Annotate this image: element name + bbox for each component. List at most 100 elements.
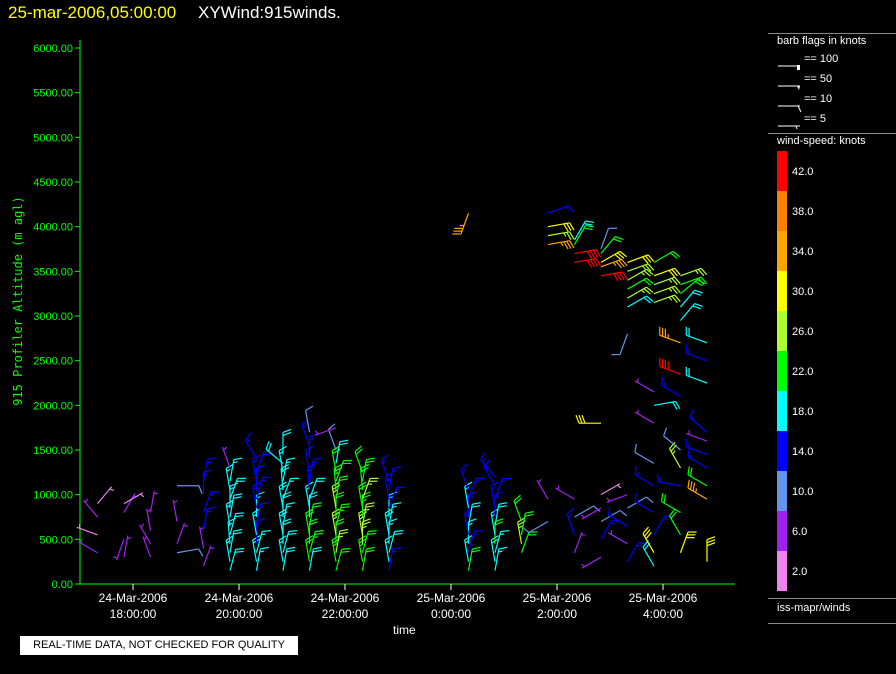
barb-full xyxy=(340,550,350,553)
barb-half xyxy=(580,514,585,519)
wind-profile xyxy=(575,227,628,569)
barb-staff xyxy=(686,374,708,384)
y-tick-label: 3000.00 xyxy=(33,311,73,323)
colorbar-label: 34.0 xyxy=(792,246,813,258)
barb-staff xyxy=(176,522,186,545)
barb-full xyxy=(706,542,716,547)
barb-full xyxy=(393,532,403,535)
wind-profile xyxy=(606,254,655,562)
wind-profile xyxy=(76,486,114,554)
barb-staff xyxy=(547,240,570,246)
x-tick-date-label: 24-Mar-2006 xyxy=(311,591,380,605)
barb-full xyxy=(689,409,694,419)
barb-staff xyxy=(335,441,341,464)
barb-full xyxy=(706,539,716,544)
barb-staff xyxy=(653,285,675,295)
barb-staff xyxy=(115,539,125,561)
barb-staff xyxy=(354,451,364,473)
barb-half xyxy=(332,489,338,493)
barb-staff xyxy=(634,380,655,393)
barb-full xyxy=(706,536,716,541)
barb-half xyxy=(695,269,699,274)
barb-full xyxy=(392,546,402,550)
barb-full xyxy=(694,303,703,308)
barb-full xyxy=(392,502,402,505)
barb-full xyxy=(689,467,693,477)
barb-half xyxy=(233,461,238,464)
barb-staff xyxy=(663,435,681,451)
wind-profile xyxy=(452,213,485,571)
colorbar-label: 30.0 xyxy=(792,286,813,298)
barb-staff xyxy=(255,477,263,500)
barb-key-100-icon xyxy=(778,65,800,70)
barb-half xyxy=(259,550,265,553)
barb-full xyxy=(498,546,508,550)
barb-staff xyxy=(229,549,237,571)
x-tick-date-label: 25-Mar-2006 xyxy=(523,591,592,605)
barb-full xyxy=(388,491,398,496)
barb-staff xyxy=(659,334,681,344)
barb-staff xyxy=(229,459,235,482)
barb-staff xyxy=(600,236,616,254)
barb-full xyxy=(341,503,351,506)
barb-full xyxy=(687,448,690,457)
barb-staff xyxy=(581,556,602,569)
barb-full xyxy=(234,515,244,518)
barb-half xyxy=(140,523,145,528)
wind-speed-colorbar: 42.0 38.0 34.0 30.0 26.0 22.0 18.0 14.0 10.0 6.0 2… xyxy=(777,151,813,591)
barb-staff xyxy=(142,536,152,558)
barb-half xyxy=(246,438,251,443)
wind-profile xyxy=(265,428,300,571)
barb-staff xyxy=(176,548,199,554)
barb-full xyxy=(583,227,593,231)
barb-full xyxy=(234,550,244,553)
barb-full xyxy=(471,505,481,508)
barb-half xyxy=(359,543,364,547)
barb-half xyxy=(286,505,291,508)
barb-full xyxy=(392,466,402,470)
barb-full xyxy=(578,414,583,424)
barb-staff xyxy=(255,531,263,553)
barb-full xyxy=(286,457,296,461)
colorbar-label: 2.0 xyxy=(792,566,807,578)
barb-staff xyxy=(78,541,98,554)
barb-half xyxy=(560,241,564,247)
barb-staff xyxy=(634,411,655,424)
barb-full xyxy=(614,236,624,241)
barb-staff xyxy=(680,267,702,277)
barb-half xyxy=(365,464,370,467)
barb-full xyxy=(472,502,481,505)
barb-staff xyxy=(146,508,152,531)
barb-half xyxy=(153,492,159,495)
barb-half xyxy=(538,478,542,484)
y-tick-label: 0.00 xyxy=(52,579,73,591)
barb-staff xyxy=(315,427,337,436)
barb-key-50-icon xyxy=(778,85,800,90)
y-tick-label: 4500.00 xyxy=(33,177,73,189)
barb-full xyxy=(660,376,664,386)
barb-full xyxy=(634,466,637,475)
barb-full xyxy=(314,532,323,535)
barb-full xyxy=(498,502,508,505)
barb-staff xyxy=(653,400,676,406)
barb-full xyxy=(460,463,468,470)
colorbar-label: 18.0 xyxy=(792,406,813,418)
barb-full xyxy=(646,496,654,503)
barb-staff xyxy=(149,490,155,513)
barb-staff xyxy=(634,501,655,514)
barb-half xyxy=(610,512,613,517)
barb-staff xyxy=(308,531,316,553)
barb-staff xyxy=(97,486,113,504)
x-tick-date-label: 24-Mar-2006 xyxy=(99,591,168,605)
barb-staff xyxy=(388,468,394,491)
x-tick-time-label: 4:00:00 xyxy=(643,607,683,621)
barb-half xyxy=(392,470,397,473)
barb-staff xyxy=(82,499,98,518)
barb-half xyxy=(359,516,364,520)
barb-staff xyxy=(608,532,628,545)
barb-half xyxy=(332,516,338,520)
x-tick-time-label: 0:00:00 xyxy=(431,607,471,621)
barb-half xyxy=(565,206,570,211)
barb-full xyxy=(267,442,272,452)
barb-full xyxy=(288,530,298,533)
